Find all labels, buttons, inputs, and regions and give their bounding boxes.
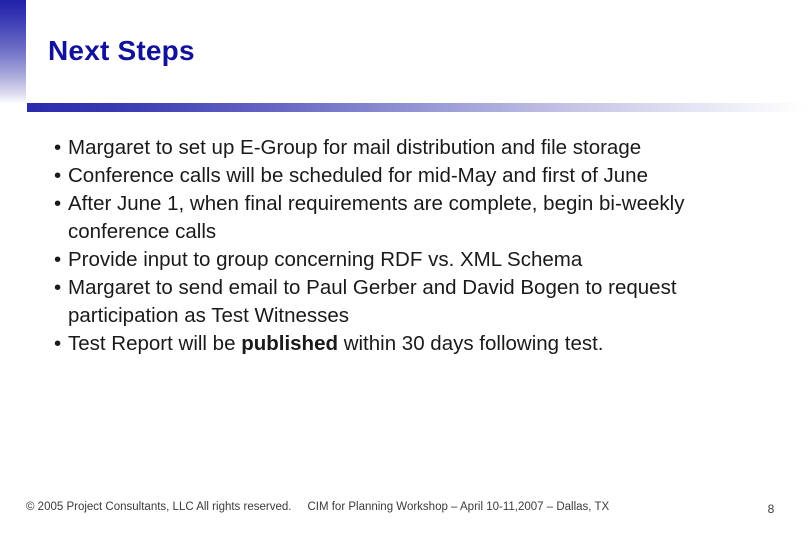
list-item: • Provide input to group concerning RDF v… xyxy=(46,246,746,274)
slide: Next Steps • Margaret to set up E-Group f… xyxy=(0,0,810,540)
footer-copyright: © 2005 Project Consultants, LLC All righ… xyxy=(26,501,292,513)
bullet-icon: • xyxy=(54,192,62,215)
footer: © 2005 Project Consultants, LLC All righ… xyxy=(26,500,786,515)
title-underline-gradient-bar xyxy=(27,103,810,112)
bullet-icon: • xyxy=(54,136,62,159)
list-item: • Test Report will be published within 30… xyxy=(46,330,746,358)
bullet-list: • Margaret to set up E-Group for mail dis… xyxy=(46,134,746,358)
slide-body: • Margaret to set up E-Group for mail dis… xyxy=(46,134,746,358)
list-item: • Margaret to set up E-Group for mail dis… xyxy=(46,134,746,162)
list-item: • After June 1, when final requirements a… xyxy=(46,190,746,246)
list-item-text: Test Report will be xyxy=(68,332,242,355)
page-title: Next Steps xyxy=(48,35,195,66)
list-item: • Conference calls will be scheduled for … xyxy=(46,162,746,190)
bullet-icon: • xyxy=(54,276,62,299)
footer-event: CIM for Planning Workshop – April 10-11,… xyxy=(307,501,610,513)
list-item-emphasis: published xyxy=(241,332,338,355)
bullet-icon: • xyxy=(54,332,62,355)
page-number: 8 xyxy=(767,502,775,516)
list-item-text-tail: within 30 days following test. xyxy=(338,332,604,355)
list-item-text: Margaret to set up E-Group for mail dist… xyxy=(68,136,642,159)
list-item-text: Margaret to send email to Paul Gerber an… xyxy=(68,276,677,327)
bullet-icon: • xyxy=(54,248,62,271)
left-accent-gradient-bar xyxy=(0,0,26,104)
list-item-text: Provide input to group concerning RDF vs… xyxy=(68,248,583,271)
footer-line: © 2005 Project Consultants, LLC All righ… xyxy=(26,500,786,515)
list-item: • Margaret to send email to Paul Gerber a… xyxy=(46,274,746,330)
list-item-text: Conference calls will be scheduled for m… xyxy=(68,164,648,187)
bullet-icon: • xyxy=(54,164,62,187)
list-item-text: After June 1, when final requirements ar… xyxy=(68,192,685,243)
